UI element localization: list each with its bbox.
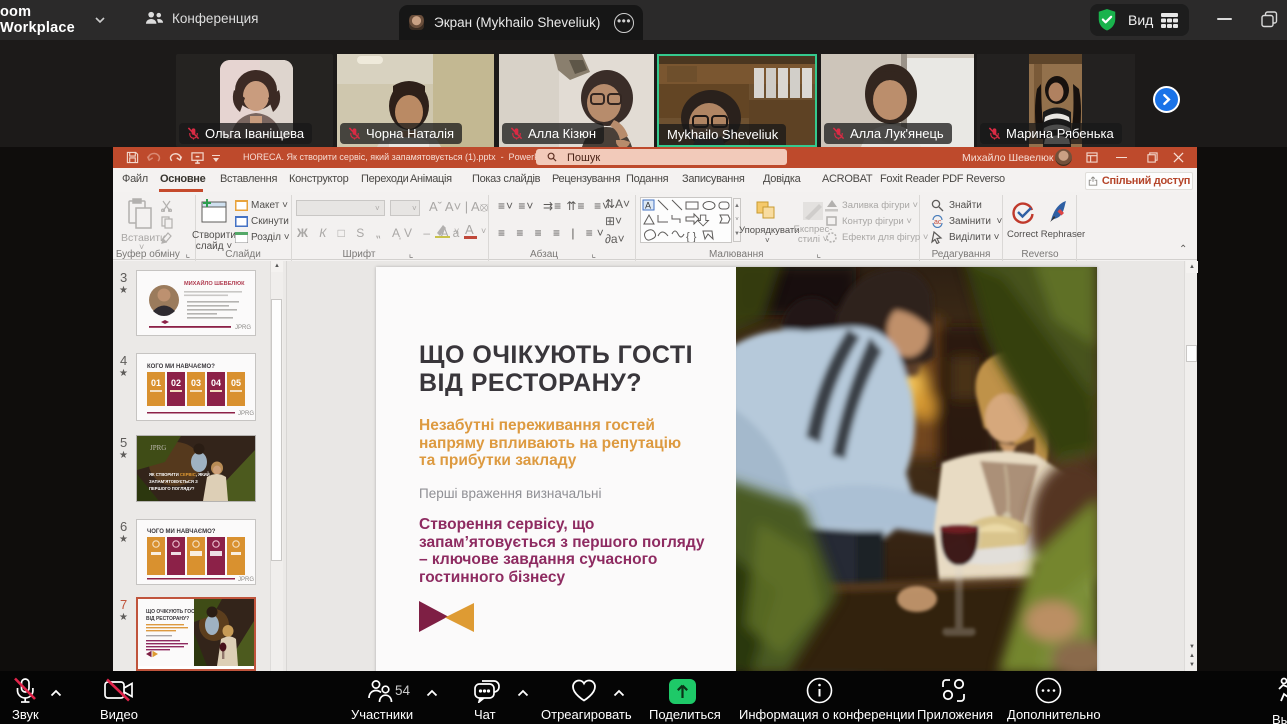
svg-text:02: 02 (171, 378, 181, 388)
svg-text:ЧОГО МИ НАВЧАЄМО?: ЧОГО МИ НАВЧАЄМО? (147, 529, 216, 535)
svg-text:ВІД РЕСТОРАНУ?: ВІД РЕСТОРАНУ? (146, 616, 189, 622)
svg-text:{ }: { } (686, 231, 697, 242)
svg-text:05: 05 (231, 378, 241, 388)
svg-text:01: 01 (151, 378, 161, 388)
svg-text:ПЕРШОГО ПОГЛЯДУ?: ПЕРШОГО ПОГЛЯДУ? (149, 486, 195, 491)
svg-text:КОГО МИ НАВЧАЄМО?: КОГО МИ НАВЧАЄМО? (147, 364, 215, 370)
svg-text:04: 04 (211, 378, 221, 388)
svg-text:03: 03 (191, 378, 201, 388)
svg-text:МИХАЙЛО ШЕВЕЛЮК: МИХАЙЛО ШЕВЕЛЮК (184, 279, 245, 287)
svg-text:JPRG: JPRG (238, 577, 254, 583)
svg-text:ЩО ОЧІКУЮТЬ ГОСТІ: ЩО ОЧІКУЮТЬ ГОСТІ (146, 609, 200, 615)
svg-text:JPRG: JPRG (235, 325, 251, 331)
svg-text:ЗАПАМ’ЯТОВУЄТЬСЯ З: ЗАПАМ’ЯТОВУЄТЬСЯ З (149, 479, 198, 484)
svg-text:ac: ac (934, 219, 942, 226)
svg-text:ЯК СТВОРИТИ СЕРВІС, ЯКИЙ: ЯК СТВОРИТИ СЕРВІС, ЯКИЙ (149, 472, 210, 477)
svg-text:JPRG: JPRG (238, 411, 254, 417)
svg-text:А: А (645, 201, 651, 211)
svg-text:JPRG: JPRG (150, 444, 166, 452)
